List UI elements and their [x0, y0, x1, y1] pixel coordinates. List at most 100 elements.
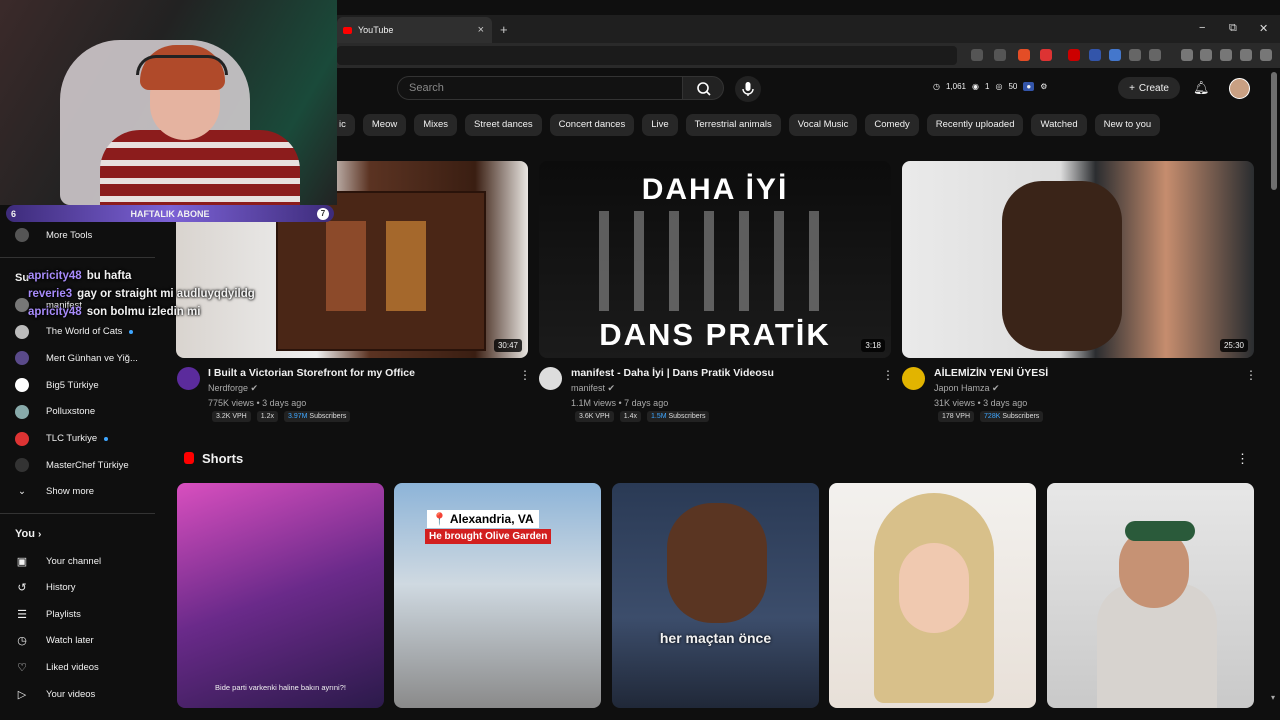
channel-avatar-icon: [15, 404, 29, 419]
filter-chip[interactable]: New to you: [1094, 114, 1161, 136]
wallet-icon[interactable]: [1200, 49, 1212, 61]
channel-name[interactable]: manifest ✔︎: [571, 383, 615, 394]
more-options-icon[interactable]: ⋮: [1245, 368, 1257, 382]
short-thumbnail[interactable]: her maçtan önce: [612, 483, 819, 708]
extension-badge-icon[interactable]: ●: [1023, 82, 1035, 91]
leo-icon[interactable]: [1220, 49, 1232, 61]
duration-badge: 3:18: [861, 339, 885, 352]
shorts-more-options-icon[interactable]: ⋮: [1236, 451, 1249, 467]
video-thumbnail[interactable]: DAHA İYİ DANS PRATİK 3:18: [539, 161, 891, 358]
watch-later-icon: ◷: [17, 635, 27, 648]
sidebar-subscription-item[interactable]: TLC Turkiye: [15, 430, 109, 448]
scroll-down-icon[interactable]: ▾: [1271, 693, 1275, 702]
sidebar-item-label: Your channel: [46, 555, 102, 567]
show-more-button[interactable]: ⌄ Show more: [15, 482, 94, 500]
short-thumbnail[interactable]: 📍 Alexandria, VA He brought Olive Garden: [394, 483, 601, 708]
channel-avatar-icon: [15, 458, 29, 473]
puzzle-icon[interactable]: [1129, 49, 1141, 61]
new-tab-button[interactable]: +: [500, 22, 508, 37]
filter-chip[interactable]: Terrestrial animals: [685, 114, 781, 136]
sub-goal-banner: 6 HAFTALIK ABONE 7: [6, 205, 334, 222]
sidebar-subscription-item[interactable]: Mert Günhan ve Yiğ...: [15, 349, 138, 367]
sidebar-subscription-item[interactable]: MasterChef Türkiye: [15, 456, 129, 474]
subs-count: 3.97M: [287, 413, 308, 420]
video-meta: 775K views • 3 days ago: [208, 398, 307, 408]
browser-tab[interactable]: YouTube ×: [337, 17, 492, 43]
filter-chip[interactable]: Mixes: [414, 114, 458, 136]
sidebar-item-liked-videos[interactable]: ♡ Liked videos: [15, 658, 99, 676]
channel-name[interactable]: Nerdforge ✔︎: [208, 383, 258, 394]
vph-badges: 3.2K VPH 1.2x 3.97M Subscribers: [212, 411, 351, 422]
settings-icon[interactable]: ⚙: [1040, 82, 1047, 91]
video-title[interactable]: I Built a Victorian Storefront for my Of…: [208, 367, 415, 379]
filter-chip[interactable]: Watched: [1031, 114, 1087, 136]
sidebar-item-label: Liked videos: [46, 661, 99, 673]
channel-avatar-icon: [15, 378, 29, 393]
extension-icon[interactable]: [1068, 49, 1080, 61]
sidebar-item-playlists[interactable]: ☰ Playlists: [15, 605, 81, 623]
stat-b: 1: [985, 82, 990, 91]
more-options-icon[interactable]: ⋮: [519, 368, 531, 382]
sidebar-item-label: Playlists: [46, 608, 81, 620]
filter-chip[interactable]: Concert dances: [549, 114, 635, 136]
close-window-button[interactable]: ✕: [1259, 22, 1268, 35]
sidebar-item-label: Polluxstone: [46, 406, 96, 418]
maximize-button[interactable]: ⧉: [1229, 22, 1237, 35]
filter-chip[interactable]: Live: [642, 114, 678, 136]
filter-chip[interactable]: Recently uploaded: [926, 114, 1024, 136]
filter-chip[interactable]: Street dances: [465, 114, 542, 136]
filter-chip[interactable]: Vocal Music: [788, 114, 858, 136]
you-heading[interactable]: You ›: [15, 528, 41, 540]
extension-icon[interactable]: [1109, 49, 1121, 61]
sidebar-toggle-icon[interactable]: [1181, 49, 1193, 61]
voice-search-button[interactable]: [735, 76, 761, 102]
channel-avatar[interactable]: [177, 367, 200, 390]
chat-username: apricity48: [28, 306, 82, 318]
sidebar-subscription-item[interactable]: Polluxstone: [15, 403, 95, 421]
sidebar-item-your-videos[interactable]: ▷ Your videos: [15, 685, 96, 703]
subs-count: 728K: [984, 413, 1001, 420]
filter-chip[interactable]: Comedy: [865, 114, 919, 136]
scrollbar[interactable]: [1271, 72, 1277, 190]
menu-icon[interactable]: [1260, 49, 1272, 61]
short-thumbnail[interactable]: [1047, 483, 1254, 708]
more-options-icon[interactable]: ⋮: [882, 368, 894, 382]
short-thumbnail[interactable]: Bide parti varkenki haline bakın ayrıni?…: [177, 483, 384, 708]
tab-close-icon[interactable]: ×: [478, 24, 484, 36]
notifications-bell-icon[interactable]: 🔔︎: [1193, 80, 1210, 96]
cast-icon[interactable]: [971, 49, 983, 61]
rewards-icon[interactable]: [1040, 49, 1052, 61]
sidebar-item-more-tools[interactable]: More Tools: [15, 226, 92, 244]
subs-count: 1.5M: [650, 413, 667, 420]
video-meta: 1.1M views • 7 days ago: [571, 398, 669, 408]
create-button[interactable]: + Create: [1118, 77, 1180, 99]
minimize-button[interactable]: −: [1199, 22, 1205, 34]
short-thumbnail[interactable]: [829, 483, 1036, 708]
chat-text: son bolmu izledin mi: [86, 306, 201, 318]
sidebar-item-your-channel[interactable]: ▣ Your channel: [15, 552, 101, 570]
vpn-icon[interactable]: [1240, 49, 1252, 61]
brave-shield-icon[interactable]: [1018, 49, 1030, 61]
channel-avatar[interactable]: [902, 367, 925, 390]
sidebar-item-history[interactable]: ↺ History: [15, 579, 75, 597]
extension-icon[interactable]: [1089, 49, 1101, 61]
sidebar-subscription-item[interactable]: The World of Cats: [15, 323, 134, 341]
search-button[interactable]: [682, 76, 724, 100]
sidebar-item-label: Watch later: [46, 635, 94, 647]
search-input[interactable]: Search: [397, 76, 683, 100]
channel-avatar[interactable]: [539, 367, 562, 390]
address-field[interactable]: [337, 46, 957, 65]
share-icon[interactable]: [994, 49, 1006, 61]
channel-name[interactable]: Japon Hamza ✔︎: [934, 383, 1000, 394]
subs-label: Subscribers: [309, 413, 347, 420]
video-title[interactable]: manifest - Daha İyi | Dans Pratik Videos…: [571, 367, 774, 379]
filter-chip[interactable]: Meow: [362, 114, 407, 136]
sidebar-item-label: MasterChef Türkiye: [46, 459, 129, 471]
avatar[interactable]: [1229, 78, 1250, 99]
sidebar-subscription-item[interactable]: Big5 Türkiye: [15, 376, 99, 394]
extension-icon[interactable]: [1149, 49, 1161, 61]
video-title[interactable]: AİLEMİZİN YENİ ÜYESİ: [934, 367, 1048, 379]
sidebar-item-watch-later[interactable]: ◷ Watch later: [15, 632, 94, 650]
video-thumbnail[interactable]: 25:30: [902, 161, 1254, 358]
divider: [0, 513, 155, 514]
